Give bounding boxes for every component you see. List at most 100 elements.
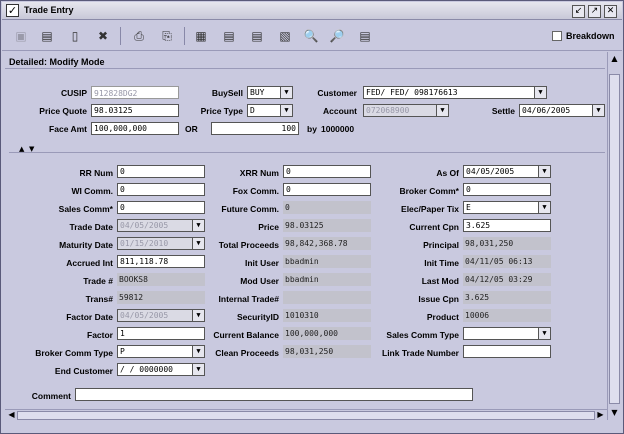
- chevron-down-icon[interactable]: ▼: [192, 364, 204, 375]
- elec-paper-label: Elec/Paper Tix: [401, 204, 459, 214]
- trade-date-value: 04/05/2005: [120, 221, 169, 230]
- breakdown-label: Breakdown: [566, 31, 615, 41]
- chevron-down-icon[interactable]: ▼: [538, 202, 550, 213]
- sales-comm-label: Sales Comm*: [58, 204, 113, 214]
- price-type-select[interactable]: D ▼: [247, 104, 293, 117]
- last-mod-label: Last Mod: [421, 276, 459, 286]
- product-field: 10006: [463, 309, 551, 322]
- price-label: Price: [258, 222, 279, 232]
- grid-delete-icon[interactable]: ▧: [276, 27, 294, 45]
- buysell-select[interactable]: BUY ▼: [247, 86, 293, 99]
- customer-label: Customer: [317, 88, 357, 98]
- face-amt-input[interactable]: 100,000,000: [91, 122, 179, 135]
- xrr-num-label: XRR Num: [239, 168, 279, 178]
- horizontal-scroll-thumb[interactable]: [17, 411, 595, 420]
- end-customer-select[interactable]: / / 0000000 ▼: [117, 363, 205, 376]
- find-icon[interactable]: 🔍: [302, 27, 320, 45]
- price-field: 98.03125: [283, 219, 371, 232]
- factor-label: Factor: [87, 330, 113, 340]
- security-id-field: 1010310: [283, 309, 371, 322]
- xrr-num-input[interactable]: 0: [283, 165, 371, 178]
- rr-num-label: RR Num: [79, 168, 113, 178]
- section-title: Detailed: Modify Mode: [5, 55, 605, 69]
- issue-cpn-field: 3.625: [463, 291, 551, 304]
- total-proceeds-label: Total Proceeds: [218, 240, 279, 250]
- chevron-down-icon[interactable]: ▼: [280, 105, 292, 116]
- settle-label: Settle: [491, 106, 515, 116]
- comment-input[interactable]: [75, 388, 473, 401]
- scroll-down-icon[interactable]: ▼: [609, 408, 620, 418]
- link-trade-label: Link Trade Number: [382, 348, 459, 358]
- future-comm-label: Future Comm.: [221, 204, 279, 214]
- security-id-label: SecurityID: [236, 312, 279, 322]
- toolbar-separator: [184, 27, 185, 45]
- chevron-up-icon[interactable]: ▲: [19, 145, 24, 153]
- find-next-icon[interactable]: 🔎: [328, 27, 346, 45]
- scroll-right-icon[interactable]: ▶: [595, 410, 606, 420]
- clean-proceeds-label: Clean Proceeds: [215, 348, 279, 358]
- grid-insert-icon[interactable]: ▤: [248, 27, 266, 45]
- fox-comm-input[interactable]: 0: [283, 183, 371, 196]
- settle-select[interactable]: 04/06/2005 ▼: [519, 104, 605, 117]
- current-cpn-input[interactable]: 3.625: [463, 219, 551, 232]
- price-quote-label: Price Quote: [39, 106, 87, 116]
- link-trade-input[interactable]: [463, 345, 551, 358]
- vertical-scrollbar[interactable]: ▲ ▼: [607, 52, 620, 420]
- broker-comm-type-label: Broker Comm Type: [35, 348, 113, 358]
- init-time-field: 04/11/05 06:13: [463, 255, 551, 268]
- minimize-button[interactable]: ↙: [572, 5, 585, 18]
- trade-entry-window: ✓ Trade Entry ↙ ↗ ✕ ▣ ▤ ▯ ✖ ⎙ ⎘ ▦ ▤ ▤ ▧ …: [0, 0, 624, 434]
- buysell-label: BuySell: [211, 88, 243, 98]
- total-proceeds-field: 98,842,368.78: [283, 237, 371, 250]
- price-quote-input[interactable]: 98.03125: [91, 104, 179, 117]
- maximize-button[interactable]: ↗: [588, 5, 601, 18]
- customer-select[interactable]: FED/ FED/ 098176613 ▼: [363, 86, 547, 99]
- issue-cpn-label: Issue Cpn: [418, 294, 459, 304]
- current-cpn-label: Current Cpn: [409, 222, 459, 232]
- chevron-down-icon[interactable]: ▼: [280, 87, 292, 98]
- chevron-down-icon[interactable]: ▼: [538, 328, 550, 339]
- panel-splitter[interactable]: ▲ ▼: [9, 145, 605, 153]
- as-of-value: 04/05/2005: [466, 167, 515, 176]
- toolbar: ▣ ▤ ▯ ✖ ⎙ ⎘ ▦ ▤ ▤ ▧ 🔍 🔎 ▤ Breakdown: [2, 21, 622, 51]
- chevron-down-icon[interactable]: ▼: [29, 145, 34, 153]
- internal-trade-label: Internal Trade#: [218, 294, 279, 304]
- sales-comm-type-select[interactable]: ▼: [463, 327, 551, 340]
- chevron-down-icon[interactable]: ▼: [534, 87, 546, 98]
- horizontal-scrollbar[interactable]: ◀ ▶: [5, 409, 607, 421]
- grid-edit-icon[interactable]: ▤: [220, 27, 238, 45]
- scroll-up-icon[interactable]: ▲: [609, 54, 620, 64]
- chevron-down-icon[interactable]: ▼: [592, 105, 604, 116]
- save-icon[interactable]: ▣: [12, 27, 30, 45]
- account-select: 072068900 ▼: [363, 104, 449, 117]
- save-as-icon[interactable]: ▤: [38, 27, 56, 45]
- account-value: 072068900: [366, 106, 410, 115]
- accrued-int-label: Accrued Int: [66, 258, 113, 268]
- vertical-scroll-thumb[interactable]: [609, 74, 620, 404]
- chevron-down-icon[interactable]: ▼: [538, 166, 550, 177]
- init-time-label: Init Time: [424, 258, 459, 268]
- factor-date-value: 04/05/2005: [120, 311, 169, 320]
- report-icon[interactable]: ▤: [356, 27, 374, 45]
- delete-icon[interactable]: ✖: [94, 27, 112, 45]
- elec-paper-value: E: [466, 203, 471, 212]
- account-label: Account: [323, 106, 357, 116]
- elec-paper-select[interactable]: E ▼: [463, 201, 551, 214]
- new-document-icon[interactable]: ▯: [66, 27, 84, 45]
- as-of-label: As Of: [436, 168, 459, 178]
- scroll-left-icon[interactable]: ◀: [6, 410, 17, 420]
- as-of-select[interactable]: 04/05/2005 ▼: [463, 165, 551, 178]
- window-check-icon[interactable]: ✓: [6, 4, 19, 17]
- breakdown-checkbox-box[interactable]: [552, 31, 562, 41]
- print-preview-icon[interactable]: ⎘: [158, 27, 176, 45]
- close-button[interactable]: ✕: [604, 5, 617, 18]
- product-label: Product: [426, 312, 459, 322]
- broker-comm-input[interactable]: 0: [463, 183, 551, 196]
- or-input[interactable]: 100: [211, 122, 299, 135]
- clean-proceeds-field: 98,031,250: [283, 345, 371, 358]
- print-icon[interactable]: ⎙: [130, 27, 148, 45]
- principal-label: Principal: [423, 240, 459, 250]
- grid-add-icon[interactable]: ▦: [192, 27, 210, 45]
- maturity-date-value: 01/15/2010: [120, 239, 169, 248]
- mod-user-field: bbadmin: [283, 273, 371, 286]
